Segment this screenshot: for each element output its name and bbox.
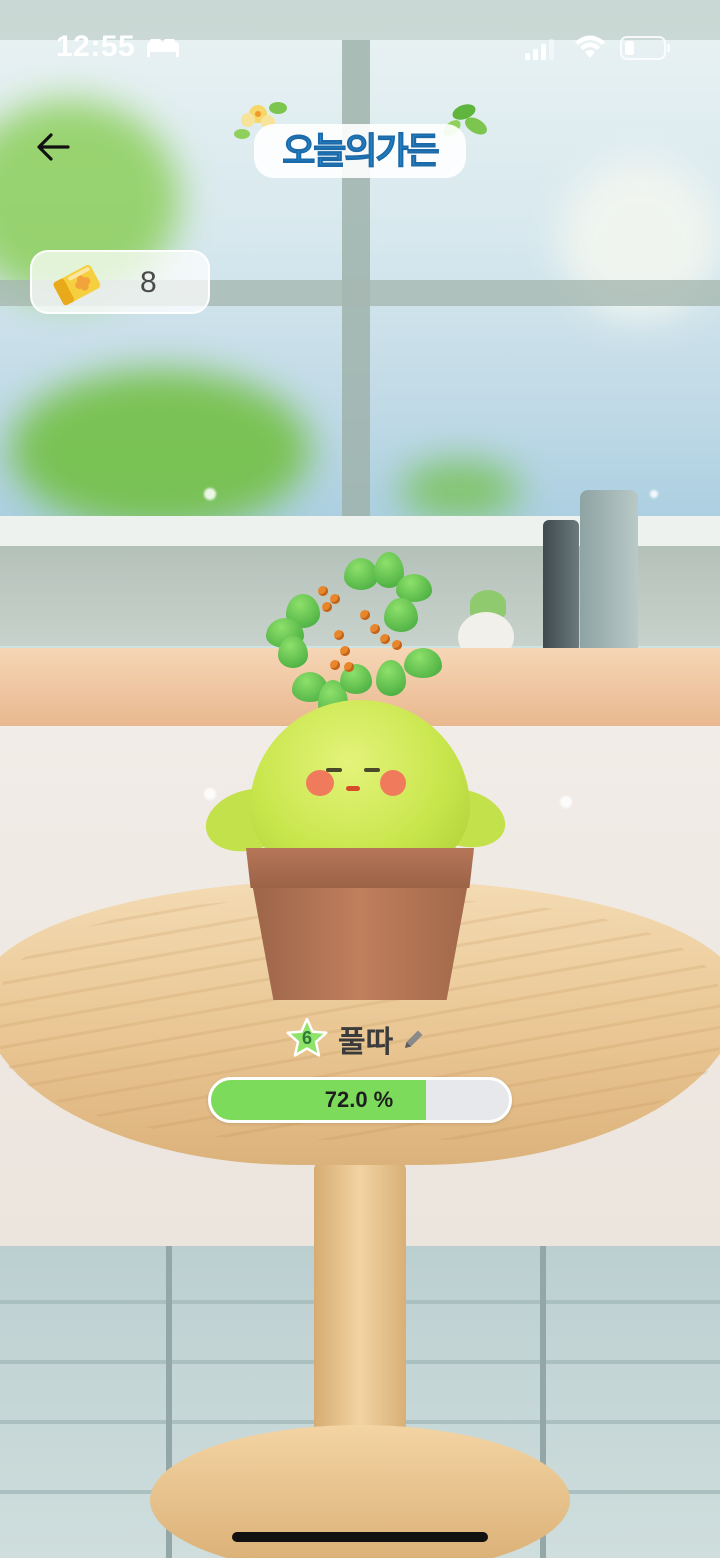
- flower-pot-rim: [246, 848, 474, 888]
- sparkle: [204, 488, 216, 500]
- berry: [392, 640, 402, 650]
- berry: [318, 586, 328, 596]
- logo-text: 오늘의가든: [282, 131, 441, 173]
- berry: [330, 660, 340, 670]
- bottle: [580, 490, 638, 674]
- ticket-counter[interactable]: 8: [30, 250, 210, 314]
- level-number: 6: [301, 1028, 312, 1048]
- growth-progress-bar: 72.0 %: [208, 1077, 512, 1123]
- berry: [322, 602, 332, 612]
- berry: [330, 594, 340, 604]
- leaf: [278, 636, 308, 668]
- status-bar: 12:55: [0, 0, 720, 96]
- home-indicator[interactable]: [232, 1532, 488, 1542]
- berry: [344, 662, 354, 672]
- plant-name: 풀따: [338, 1025, 394, 1060]
- ticket-count: 8: [140, 266, 157, 299]
- character-eye: [364, 768, 380, 772]
- plant-name-row: 6 풀따: [284, 1014, 427, 1064]
- wifi-icon: [575, 35, 605, 58]
- character-eye: [326, 768, 342, 772]
- status-time: 12:55: [56, 30, 136, 63]
- garden-logo: 오늘의가든: [228, 92, 492, 188]
- leaf: [384, 598, 418, 632]
- pencil-icon[interactable]: [401, 1026, 427, 1052]
- berry: [340, 646, 350, 656]
- back-button[interactable]: [28, 122, 78, 172]
- character-mouth: [346, 786, 360, 791]
- arrow-left-icon: [37, 133, 70, 161]
- character-cheek: [380, 770, 406, 796]
- berry: [360, 610, 370, 620]
- level-badge: 6: [284, 1016, 330, 1062]
- signal-icon: [525, 39, 554, 60]
- battery-icon: [620, 36, 670, 60]
- blurred-foliage: [400, 460, 520, 520]
- blurred-foliage: [10, 370, 310, 530]
- leaf: [344, 558, 378, 590]
- berry: [380, 634, 390, 644]
- character-cheek: [306, 770, 334, 796]
- sparkle: [204, 788, 216, 800]
- berry: [370, 624, 380, 634]
- leaf: [376, 660, 406, 696]
- leaf: [404, 648, 442, 678]
- sparkle: [650, 490, 658, 498]
- progress-label: 72.0 %: [324, 1087, 394, 1112]
- table-leg: [314, 1160, 406, 1460]
- sparkle: [560, 796, 572, 808]
- ticket-clover-icon: [53, 265, 101, 306]
- berry: [334, 630, 344, 640]
- bed-icon: [147, 39, 179, 57]
